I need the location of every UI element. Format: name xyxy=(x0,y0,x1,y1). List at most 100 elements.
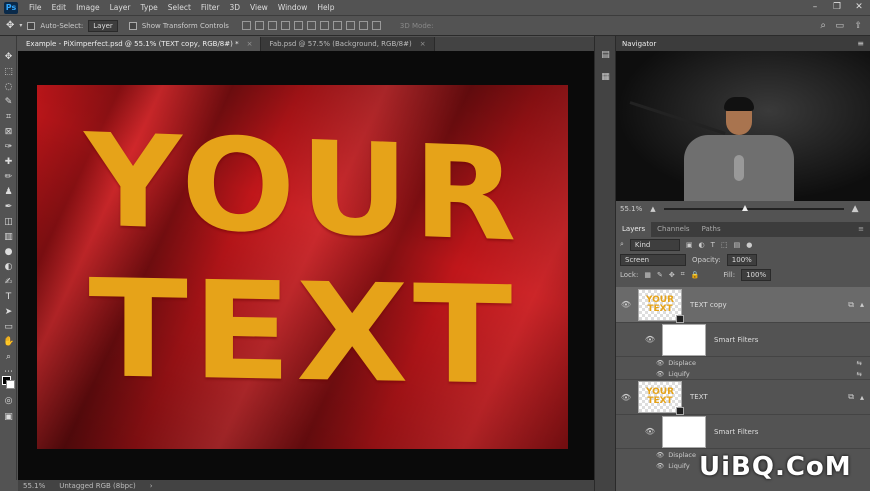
distribute-4-icon[interactable] xyxy=(358,21,368,30)
filter-kind-dropdown[interactable]: Kind xyxy=(629,238,680,251)
properties-panel-icon[interactable]: ▦ xyxy=(600,72,611,83)
filter-shape-icon[interactable]: ⬚ xyxy=(721,241,728,249)
filter-options-icon[interactable]: ⇆ xyxy=(857,370,862,378)
menu-select[interactable]: Select xyxy=(163,3,196,12)
auto-select-dropdown[interactable]: Layer xyxy=(88,19,118,32)
tab-paths[interactable]: Paths xyxy=(696,222,727,237)
lock-pixels-icon[interactable]: ▦ xyxy=(644,271,651,279)
healing-icon[interactable]: ✚ xyxy=(3,157,14,168)
smart-filters-row[interactable]: 👁 Smart Filters xyxy=(616,415,870,449)
auto-select-checkbox[interactable] xyxy=(27,21,36,30)
panel-menu-icon[interactable]: ≡ xyxy=(852,222,870,237)
brush-icon[interactable]: ✏ xyxy=(3,172,14,183)
hand-icon[interactable]: ✋ xyxy=(3,337,14,348)
eyedropper-icon[interactable]: ✑ xyxy=(3,142,14,153)
crop-icon[interactable]: ⌗ xyxy=(3,112,14,123)
share-icon[interactable]: ⇪ xyxy=(854,21,862,31)
background-color-swatch[interactable] xyxy=(6,380,15,389)
minimize-icon[interactable]: – xyxy=(804,0,826,15)
menu-window[interactable]: Window xyxy=(273,3,313,12)
filter-liquify[interactable]: 👁 Liquify ⇆ xyxy=(616,368,870,379)
visibility-eye-icon[interactable]: 👁 xyxy=(644,427,656,436)
layer-row-text[interactable]: 👁 YOUR TEXT TEXT ⧉ ▴ xyxy=(616,379,870,415)
quick-mask-icon[interactable]: ◎ xyxy=(3,396,14,407)
navigator-title[interactable]: Navigator xyxy=(622,40,656,48)
menu-layer[interactable]: Layer xyxy=(105,3,136,12)
status-zoom[interactable]: 55.1% xyxy=(23,482,45,490)
search-icon[interactable]: ⌕ xyxy=(820,20,826,31)
status-arrow-icon[interactable]: › xyxy=(150,482,153,490)
fill-input[interactable]: 100% xyxy=(741,268,772,281)
visibility-eye-icon[interactable]: 👁 xyxy=(620,300,632,309)
dodge-icon[interactable]: ◐ xyxy=(3,262,14,273)
tool-preset-chevron-icon[interactable]: ▾ xyxy=(19,22,22,29)
tab-layers[interactable]: Layers xyxy=(616,222,652,237)
type-icon[interactable]: T xyxy=(3,292,14,303)
canvas-area[interactable]: YOUR TEXT xyxy=(18,51,594,480)
filter-options-icon[interactable]: ⇆ xyxy=(857,359,862,367)
filter-type-icon[interactable]: T xyxy=(711,241,715,249)
menu-type[interactable]: Type xyxy=(136,3,163,12)
distribute-5-icon[interactable] xyxy=(371,21,381,30)
align-bottom-icon[interactable] xyxy=(306,21,316,30)
lock-artboard-icon[interactable]: ⌗ xyxy=(681,270,685,279)
align-left-icon[interactable] xyxy=(241,21,251,30)
visibility-eye-icon[interactable]: 👁 xyxy=(644,335,656,344)
close-icon[interactable]: ✕ xyxy=(848,0,870,15)
menu-filter[interactable]: Filter xyxy=(196,3,225,12)
filter-smart-icon[interactable]: ▤ xyxy=(734,241,741,249)
navigator-zoom-value[interactable]: 55.1% xyxy=(620,205,642,213)
zoom-out-icon[interactable]: ▲ xyxy=(650,205,655,213)
filter-displace[interactable]: 👁 Displace ⇆ xyxy=(616,357,870,368)
lock-move-icon[interactable]: ✥ xyxy=(669,271,675,279)
frame-icon[interactable]: ⊠ xyxy=(3,127,14,138)
maximize-icon[interactable]: ❐ xyxy=(826,0,848,15)
tab-fab-doc[interactable]: Fab.psd @ 57.5% (Background, RGB/8#) × xyxy=(261,37,435,51)
close-tab-icon[interactable]: × xyxy=(247,40,253,48)
layer-name[interactable]: TEXT xyxy=(690,393,708,401)
filter-toggle-icon[interactable]: ● xyxy=(746,241,752,249)
distribute-2-icon[interactable] xyxy=(332,21,342,30)
visibility-eye-icon[interactable]: 👁 xyxy=(656,359,664,367)
blend-mode-dropdown[interactable]: Screen xyxy=(620,253,686,266)
zoom-icon[interactable]: ⌕ xyxy=(3,352,14,363)
smart-filters-row[interactable]: 👁 Smart Filters xyxy=(616,323,870,357)
lasso-icon[interactable]: ◌ xyxy=(3,82,14,93)
visibility-eye-icon[interactable]: 👁 xyxy=(656,462,664,470)
shape-icon[interactable]: ▭ xyxy=(3,322,14,333)
move-icon[interactable]: ✥ xyxy=(3,52,14,63)
tab-channels[interactable]: Channels xyxy=(651,222,695,237)
zoom-in-icon[interactable]: ▲ xyxy=(852,204,859,214)
zoom-slider-knob[interactable] xyxy=(741,204,748,211)
filter-adjust-icon[interactable]: ◐ xyxy=(699,241,705,249)
close-tab-icon[interactable]: × xyxy=(420,40,426,48)
visibility-eye-icon[interactable]: 👁 xyxy=(656,451,664,459)
menu-help[interactable]: Help xyxy=(312,3,339,12)
artwork-image[interactable]: YOUR TEXT xyxy=(37,85,568,449)
align-center-icon[interactable] xyxy=(254,21,264,30)
distribute-icon[interactable] xyxy=(319,21,329,30)
lock-all-icon[interactable]: 🔒 xyxy=(691,271,700,279)
align-middle-icon[interactable] xyxy=(293,21,303,30)
lock-paint-icon[interactable]: ✎ xyxy=(657,271,663,279)
pen-icon[interactable]: ✍ xyxy=(3,277,14,288)
marquee-icon[interactable]: ⬚ xyxy=(3,67,14,78)
history-brush-icon[interactable]: ✒ xyxy=(3,202,14,213)
menu-edit[interactable]: Edit xyxy=(47,3,72,12)
zoom-slider[interactable] xyxy=(663,204,844,211)
path-select-icon[interactable]: ➤ xyxy=(3,307,14,318)
history-panel-icon[interactable]: ▤ xyxy=(600,50,611,61)
align-right-icon[interactable] xyxy=(267,21,277,30)
eraser-icon[interactable]: ◫ xyxy=(3,217,14,228)
filter-pixel-icon[interactable]: ▣ xyxy=(686,241,693,249)
tab-example-doc[interactable]: Example - PiXimperfect.psd @ 55.1% (TEXT… xyxy=(18,37,262,51)
stamp-icon[interactable]: ♟ xyxy=(3,187,14,198)
visibility-eye-icon[interactable]: 👁 xyxy=(656,370,664,378)
layer-name[interactable]: TEXT copy xyxy=(690,301,727,309)
layer-effects-chevron-icon[interactable]: ▴ xyxy=(860,393,864,402)
align-top-icon[interactable] xyxy=(280,21,290,30)
move-tool-icon[interactable]: ✥ xyxy=(6,20,14,31)
menu-file[interactable]: File xyxy=(24,3,47,12)
visibility-eye-icon[interactable]: 👁 xyxy=(620,393,632,402)
navigator-preview[interactable] xyxy=(616,51,870,201)
